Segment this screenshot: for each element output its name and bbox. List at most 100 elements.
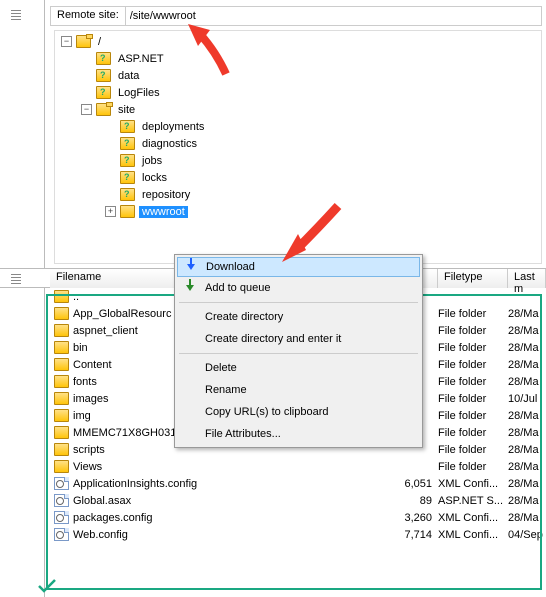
file-lastmod: 28/Ma xyxy=(508,410,546,422)
file-type: File folder xyxy=(438,342,508,354)
file-name: ApplicationInsights.config xyxy=(73,478,393,490)
file-lastmod: 28/Ma xyxy=(508,478,546,490)
folder-icon: ? xyxy=(120,154,135,167)
menu-label: Create directory and enter it xyxy=(205,333,341,345)
tree-item[interactable]: ?jobs xyxy=(57,152,539,169)
file-type: File folder xyxy=(438,308,508,320)
file-type: File folder xyxy=(438,410,508,422)
folder-icon xyxy=(96,103,111,116)
menu-create-directory-enter[interactable]: Create directory and enter it xyxy=(177,328,420,350)
menu-label: Download xyxy=(206,261,255,273)
collapse-icon[interactable]: − xyxy=(61,36,72,47)
tree-label: ASP.NET xyxy=(115,53,167,65)
tree-item[interactable]: ? locks xyxy=(57,169,539,186)
col-filetype[interactable]: Filetype xyxy=(438,269,508,288)
folder-icon xyxy=(76,35,91,48)
tree-label: repository xyxy=(139,189,193,201)
tree-label: diagnostics xyxy=(139,138,200,150)
context-menu: Download Add to queue Create directory C… xyxy=(174,254,423,448)
collapse-icon[interactable]: − xyxy=(81,104,92,115)
folder-icon xyxy=(54,324,69,337)
file-lastmod: 28/Ma xyxy=(508,325,546,337)
menu-label: Create directory xyxy=(205,311,283,323)
menu-delete[interactable]: Delete xyxy=(177,357,420,379)
file-row[interactable]: ApplicationInsights.config6,051XML Confi… xyxy=(50,475,546,492)
tree-item[interactable]: + wwwroot xyxy=(57,203,539,220)
col-lastmod[interactable]: Last m xyxy=(508,269,546,288)
menu-label: Rename xyxy=(205,384,247,396)
download-arrow-icon xyxy=(182,259,200,275)
drag-handle-icon[interactable] xyxy=(11,8,21,22)
file-lastmod: 28/Ma xyxy=(508,427,546,439)
tree-label: locks xyxy=(139,172,170,184)
menu-copy-url[interactable]: Copy URL(s) to clipboard xyxy=(177,401,420,423)
tree-item[interactable]: ? data xyxy=(57,67,539,84)
folder-icon: ? xyxy=(96,86,111,99)
expand-icon[interactable]: + xyxy=(105,206,116,217)
file-lastmod: 28/Ma xyxy=(508,512,546,524)
folder-icon: ? xyxy=(120,188,135,201)
file-size: 3,260 xyxy=(393,512,438,524)
menu-file-attributes[interactable]: File Attributes... xyxy=(177,423,420,445)
file-name: packages.config xyxy=(73,512,393,524)
file-type: File folder xyxy=(438,427,508,439)
tree-item[interactable]: ?diagnostics xyxy=(57,135,539,152)
tree-item[interactable]: ?deployments xyxy=(57,118,539,135)
tree-label: deployments xyxy=(139,121,207,133)
folder-icon: ? xyxy=(120,171,135,184)
file-type: File folder xyxy=(438,359,508,371)
remote-site-input[interactable] xyxy=(126,6,542,26)
file-row[interactable]: Web.config7,714XML Confi...04/Sep xyxy=(50,526,546,543)
file-type: File folder xyxy=(438,393,508,405)
menu-label: Delete xyxy=(205,362,237,374)
file-name: Web.config xyxy=(73,529,393,541)
tree-label: / xyxy=(95,36,104,48)
file-size: 89 xyxy=(393,495,438,507)
file-icon xyxy=(54,477,69,490)
file-lastmod: 10/Jul xyxy=(508,393,546,405)
file-icon xyxy=(54,528,69,541)
annotation-checkmark-icon xyxy=(38,579,56,593)
file-size: 7,714 xyxy=(393,529,438,541)
file-icon xyxy=(54,511,69,524)
folder-icon: ? xyxy=(96,52,111,65)
file-type: File folder xyxy=(438,325,508,337)
folder-icon xyxy=(54,307,69,320)
file-lastmod: 28/Ma xyxy=(508,359,546,371)
queue-arrow-icon xyxy=(181,280,199,296)
file-lastmod: 28/Ma xyxy=(508,376,546,388)
tree-label: site xyxy=(115,104,138,116)
file-row[interactable]: packages.config3,260XML Confi...28/Ma xyxy=(50,509,546,526)
file-lastmod: 28/Ma xyxy=(508,308,546,320)
file-type: ASP.NET S... xyxy=(438,495,508,507)
tree-item[interactable]: ? repository xyxy=(57,186,539,203)
tree-label: LogFiles xyxy=(115,87,163,99)
tree-label: wwwroot xyxy=(139,206,188,218)
folder-icon: ? xyxy=(96,69,111,82)
folder-icon xyxy=(54,341,69,354)
menu-create-directory[interactable]: Create directory xyxy=(177,306,420,328)
file-lastmod: 28/Ma xyxy=(508,444,546,456)
tree-label: data xyxy=(115,70,142,82)
file-type: File folder xyxy=(438,376,508,388)
remote-site-bar: Remote site: xyxy=(50,6,542,26)
file-type: XML Confi... xyxy=(438,512,508,524)
file-icon xyxy=(54,494,69,507)
menu-separator xyxy=(179,302,418,303)
folder-icon xyxy=(54,290,69,303)
file-row[interactable]: ViewsFile folder28/Ma xyxy=(50,458,546,475)
file-row[interactable]: Global.asax89ASP.NET S...28/Ma xyxy=(50,492,546,509)
tree-item[interactable]: ? ASP.NET xyxy=(57,50,539,67)
drag-handle-icon[interactable] xyxy=(11,272,21,286)
left-splitter-pane xyxy=(0,0,45,597)
menu-download[interactable]: Download xyxy=(177,257,420,277)
menu-add-to-queue[interactable]: Add to queue xyxy=(177,277,420,299)
folder-icon xyxy=(54,392,69,405)
tree-item[interactable]: − site xyxy=(57,101,539,118)
menu-label: Copy URL(s) to clipboard xyxy=(205,406,329,418)
tree-item[interactable]: ? LogFiles xyxy=(57,84,539,101)
folder-icon xyxy=(120,205,135,218)
menu-rename[interactable]: Rename xyxy=(177,379,420,401)
remote-tree-pane: − / ?ASP.NET?data?LogFiles−site?deployme… xyxy=(54,30,542,264)
tree-root[interactable]: − / xyxy=(57,33,539,50)
